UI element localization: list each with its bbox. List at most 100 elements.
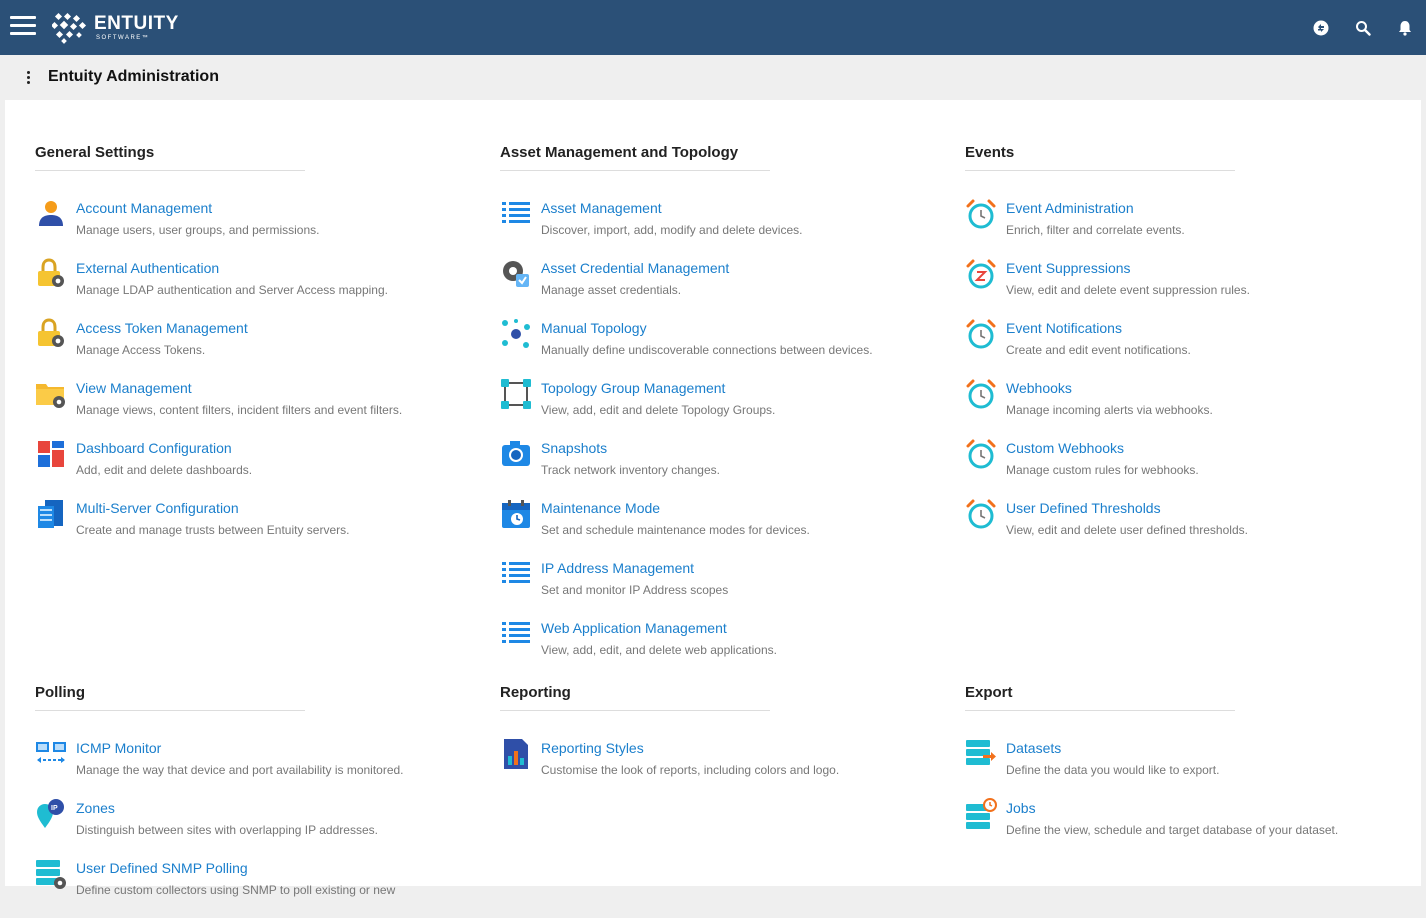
admin-item-jobs[interactable]: Jobs Define the view, schedule and target… <box>965 798 1338 858</box>
logo-mark-icon <box>52 12 87 44</box>
section-item-list: Reporting Styles Customise the look of re… <box>500 738 839 798</box>
admin-item-link[interactable]: User Defined Thresholds <box>1006 499 1248 517</box>
entuity-logo[interactable]: ENTUITY SOFTWARE™ <box>52 12 179 44</box>
admin-item-webhooks[interactable]: Webhooks Manage incoming alerts via webho… <box>965 378 1235 438</box>
admin-item-view-management[interactable]: View Management Manage views, content fil… <box>35 378 402 438</box>
admin-item-link[interactable]: Topology Group Management <box>541 379 775 397</box>
logo-name: ENTUITY <box>94 13 179 34</box>
admin-item-description: Distinguish between sites with overlappi… <box>76 823 378 837</box>
admin-item-description: View, add, edit and delete Topology Grou… <box>541 403 776 417</box>
kebab-menu-icon[interactable] <box>24 71 32 85</box>
sync-icon[interactable] <box>1310 17 1332 39</box>
admin-item-link[interactable]: Asset Management <box>541 199 802 217</box>
admin-item-zones[interactable]: IP Zones Distinguish between sites with ov… <box>35 798 378 858</box>
admin-item-link[interactable]: External Authentication <box>76 259 388 277</box>
list-icon <box>500 198 532 230</box>
section-reporting: Reporting Reporting Styles Customise the l… <box>500 684 839 798</box>
topology-group-icon <box>500 378 532 410</box>
admin-item-description: Customise the look of reports, including… <box>541 763 840 777</box>
admin-item-link[interactable]: Multi-Server Configuration <box>76 499 349 517</box>
admin-item-datasets[interactable]: Datasets Define the data you would like t… <box>965 738 1235 798</box>
admin-item-description: Manage Access Tokens. <box>76 343 206 357</box>
admin-item-link[interactable]: IP Address Management <box>541 559 728 577</box>
admin-item-description: Manage custom rules for webhooks. <box>1006 463 1199 477</box>
admin-item-manual-topology[interactable]: Manual Topology Manually define undiscove… <box>500 318 873 378</box>
dashboard-icon <box>35 438 67 470</box>
admin-item-event-suppressions[interactable]: Event Suppressions View, edit and delete … <box>965 258 1250 318</box>
admin-item-multi-server-configuration[interactable]: Multi-Server Configuration Create and man… <box>35 498 349 558</box>
admin-item-link[interactable]: Event Notifications <box>1006 319 1191 337</box>
list-icon <box>500 618 532 650</box>
top-bar: ENTUITY SOFTWARE™ <box>0 0 1426 55</box>
folder-gear-icon <box>35 378 67 410</box>
admin-item-link[interactable]: View Management <box>76 379 402 397</box>
admin-item-link[interactable]: Asset Credential Management <box>541 259 729 277</box>
admin-item-description: Set and schedule maintenance modes for d… <box>541 523 810 537</box>
admin-item-icmp-monitor[interactable]: ICMP Monitor Manage the way that device a… <box>35 738 404 798</box>
section-export: Export Datasets Define the data you would … <box>965 684 1338 858</box>
admin-item-topology-group-management[interactable]: Topology Group Management View, add, edit… <box>500 378 775 438</box>
admin-item-event-notifications[interactable]: Event Notifications Create and edit event… <box>965 318 1235 378</box>
admin-item-maintenance-mode[interactable]: Maintenance Mode Set and schedule mainten… <box>500 498 810 558</box>
admin-item-description: Create and manage trusts between Entuity… <box>76 523 350 537</box>
admin-item-link[interactable]: User Defined SNMP Polling <box>76 859 395 877</box>
admin-item-dashboard-configuration[interactable]: Dashboard Configuration Add, edit and del… <box>35 438 305 498</box>
admin-item-user-defined-thresholds[interactable]: User Defined Thresholds View, edit and de… <box>965 498 1248 558</box>
search-icon[interactable] <box>1352 17 1374 39</box>
admin-item-link[interactable]: Datasets <box>1006 739 1219 757</box>
section-title: Events <box>965 144 1235 171</box>
section-title: Polling <box>35 684 305 711</box>
admin-item-snapshots[interactable]: Snapshots Track network inventory changes… <box>500 438 770 498</box>
admin-item-access-token-management[interactable]: Access Token Management Manage Access Tok… <box>35 318 305 378</box>
admin-item-asset-management[interactable]: Asset Management Discover, import, add, m… <box>500 198 802 258</box>
admin-item-account-management[interactable]: Account Management Manage users, user gro… <box>35 198 319 258</box>
admin-item-description: Manage asset credentials. <box>541 283 682 297</box>
alarm-clock-icon <box>965 498 997 530</box>
topology-icon <box>500 318 532 350</box>
admin-item-description: Manage views, content filters, incident … <box>76 403 403 417</box>
admin-item-link[interactable]: Zones <box>76 799 378 817</box>
admin-item-link[interactable]: Event Administration <box>1006 199 1185 217</box>
section-item-list: Asset Management Discover, import, add, m… <box>500 198 873 678</box>
gear-credential-icon <box>500 258 532 290</box>
section-title: Export <box>965 684 1235 711</box>
admin-item-description: Create and edit event notifications. <box>1006 343 1191 357</box>
calendar-clock-icon <box>500 498 532 530</box>
admin-item-link[interactable]: Manual Topology <box>541 319 873 337</box>
section-polling: Polling ICMP Monitor Manage the way that d… <box>35 684 404 918</box>
admin-item-asset-credential-management[interactable]: Asset Credential Management Manage asset … <box>500 258 770 318</box>
admin-item-link[interactable]: Dashboard Configuration <box>76 439 252 457</box>
user-icon <box>35 198 67 230</box>
section-item-list: Event Administration Enrich, filter and c… <box>965 198 1250 558</box>
section-title: General Settings <box>35 144 305 171</box>
admin-item-event-administration[interactable]: Event Administration Enrich, filter and c… <box>965 198 1235 258</box>
admin-item-description: Discover, import, add, modify and delete… <box>541 223 803 237</box>
admin-item-link[interactable]: Maintenance Mode <box>541 499 810 517</box>
admin-item-user-defined-snmp-polling[interactable]: User Defined SNMP Polling Define custom c… <box>35 858 395 918</box>
admin-item-link[interactable]: Event Suppressions <box>1006 259 1250 277</box>
admin-item-web-application-management[interactable]: Web Application Management View, add, edi… <box>500 618 777 678</box>
admin-item-external-authentication[interactable]: External Authentication Manage LDAP authe… <box>35 258 388 318</box>
admin-item-link[interactable]: Account Management <box>76 199 319 217</box>
hamburger-menu-icon[interactable] <box>10 16 36 38</box>
zones-pin-icon: IP <box>35 798 67 830</box>
camera-icon <box>500 438 532 470</box>
section-item-list: Datasets Define the data you would like t… <box>965 738 1338 858</box>
list-icon <box>500 558 532 590</box>
admin-item-reporting-styles[interactable]: Reporting Styles Customise the look of re… <box>500 738 839 798</box>
admin-item-description: Add, edit and delete dashboards. <box>76 463 253 477</box>
page-title: Entuity Administration <box>48 68 219 85</box>
section-general-settings: General Settings Account Management Manage… <box>35 144 402 558</box>
bell-icon[interactable] <box>1394 17 1416 39</box>
admin-item-link[interactable]: Reporting Styles <box>541 739 839 757</box>
admin-item-link[interactable]: Snapshots <box>541 439 720 457</box>
admin-item-link[interactable]: Webhooks <box>1006 379 1213 397</box>
admin-item-link[interactable]: Custom Webhooks <box>1006 439 1199 457</box>
admin-item-custom-webhooks[interactable]: Custom Webhooks Manage custom rules for w… <box>965 438 1235 498</box>
admin-item-link[interactable]: ICMP Monitor <box>76 739 404 757</box>
admin-item-link[interactable]: Web Application Management <box>541 619 777 637</box>
alarm-clock-icon <box>965 438 997 470</box>
admin-item-link[interactable]: Jobs <box>1006 799 1338 817</box>
admin-item-ip-address-management[interactable]: IP Address Management Set and monitor IP … <box>500 558 770 618</box>
admin-item-link[interactable]: Access Token Management <box>76 319 248 337</box>
